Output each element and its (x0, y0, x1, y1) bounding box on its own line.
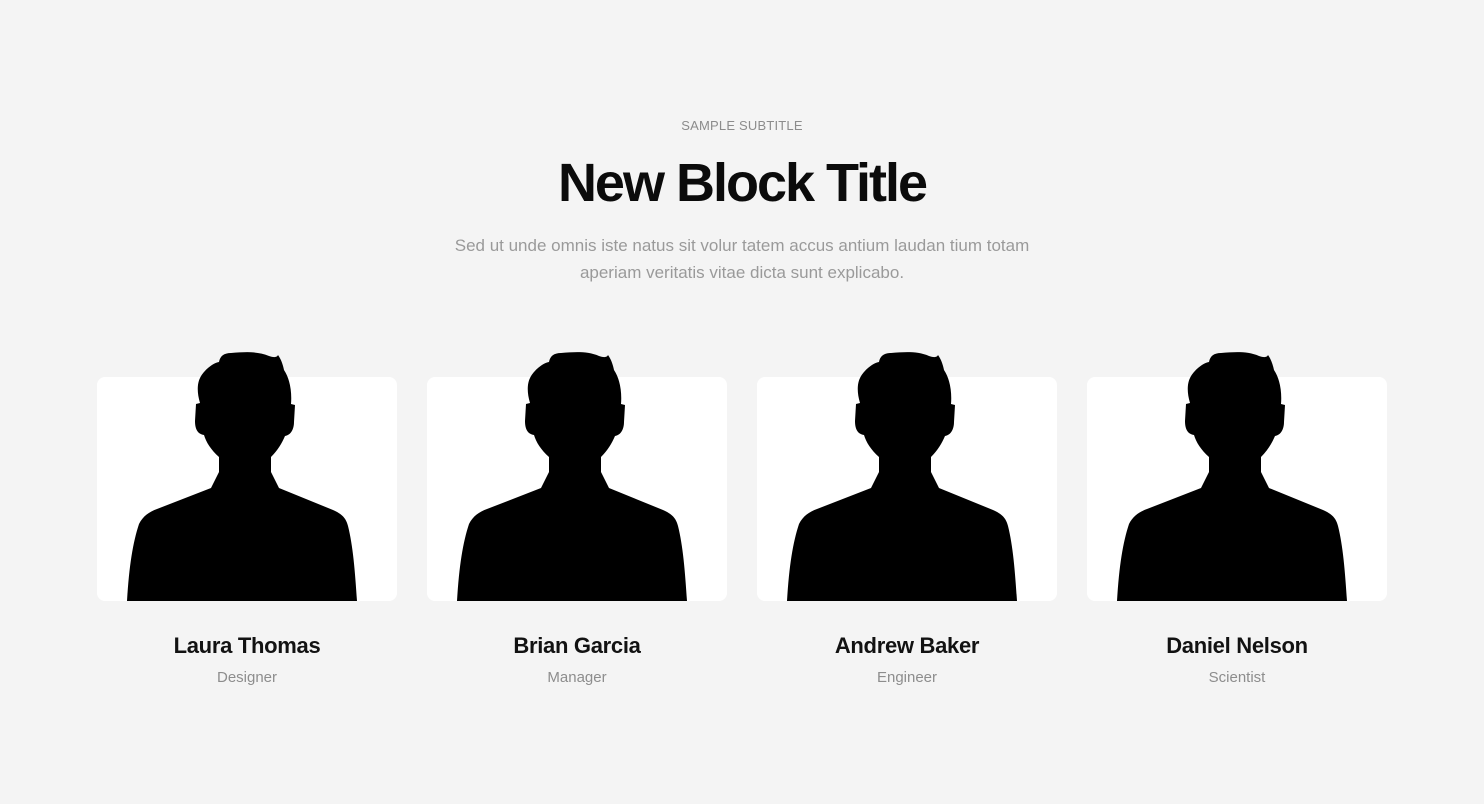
team-member-card: Laura Thomas Designer (97, 340, 397, 700)
team-member-card: Daniel Nelson Scientist (1087, 340, 1387, 700)
section-description: Sed ut unde omnis iste natus sit volur t… (454, 236, 1030, 282)
person-silhouette-icon (127, 346, 367, 601)
person-silhouette-icon (787, 346, 1027, 601)
member-role: Manager (547, 669, 607, 686)
member-name: Daniel Nelson (1166, 633, 1308, 658)
team-grid: Laura Thomas Designer Brian Garcia Manag… (97, 340, 1387, 700)
team-member-card: Brian Garcia Manager (427, 340, 727, 700)
person-silhouette-icon (1117, 346, 1357, 601)
member-role: Scientist (1208, 669, 1266, 686)
member-name: Laura Thomas (173, 633, 321, 658)
member-role: Designer (216, 669, 278, 686)
section-title: New Block Title (557, 153, 928, 213)
member-name: Brian Garcia (513, 633, 641, 658)
person-silhouette-icon (457, 346, 697, 601)
section-subtitle: SAMPLE SUBTITLE (681, 118, 803, 133)
team-member-card: Andrew Baker Engineer (757, 340, 1057, 700)
member-name: Andrew Baker (834, 633, 980, 658)
member-role: Engineer (876, 669, 938, 686)
